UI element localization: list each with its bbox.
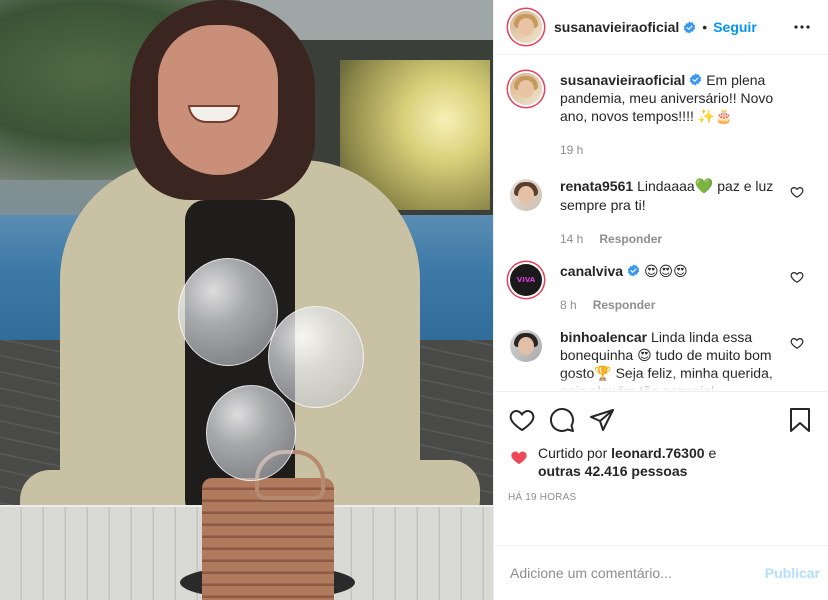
commenter-avatar[interactable]: VIVA — [510, 264, 542, 296]
avatar-face — [518, 337, 534, 355]
photo-balloon — [178, 258, 278, 366]
green-heart-emoji-icon: 💚 — [694, 178, 714, 195]
comment-body: canalviva 😍😍😍 8 h Responder — [560, 262, 812, 314]
verified-badge-icon — [690, 73, 702, 86]
post-side-panel: susanavieiraoficial • Seguir susanavieir… — [493, 0, 828, 600]
photo-balloon — [206, 385, 296, 481]
verified-badge-icon — [684, 20, 696, 34]
comments-list[interactable]: susanavieiraoficial Em plena pandemia, m… — [494, 55, 828, 391]
comment-username[interactable]: canalviva — [560, 263, 623, 279]
caption: susanavieiraoficial Em plena pandemia, m… — [510, 71, 812, 159]
comment-time[interactable]: 8 h — [560, 296, 577, 314]
commenter-avatar[interactable] — [510, 179, 542, 211]
comments-fade — [494, 375, 828, 391]
post-timestamp[interactable]: HÁ 19 HORAS — [508, 492, 814, 503]
share-paper-plane-icon[interactable] — [588, 406, 616, 434]
viva-logo-text: VIVA — [516, 276, 536, 284]
publish-button[interactable]: Publicar — [765, 565, 820, 581]
avatar-face — [518, 18, 534, 36]
commenter-avatar[interactable] — [510, 330, 542, 362]
comment-username[interactable]: binhoalencar — [560, 329, 647, 345]
comment-bubble-icon[interactable] — [548, 406, 576, 434]
author-avatar[interactable] — [510, 11, 542, 43]
reply-button[interactable]: Responder — [593, 296, 656, 314]
post-photo[interactable] — [0, 0, 493, 600]
liked-by: Curtido por leonard.76300 e outras 42.41… — [508, 444, 814, 480]
comment-like-heart-icon[interactable] — [790, 336, 804, 350]
liked-by-others[interactable]: outras 42.416 pessoas — [538, 463, 687, 479]
photo-balloon — [268, 306, 364, 408]
comment-input[interactable] — [510, 565, 765, 581]
separator-dot: • — [702, 19, 708, 35]
comment-like-heart-icon[interactable] — [790, 270, 804, 284]
comment-text: Lindaaaa — [637, 178, 695, 194]
comment-username[interactable]: renata9561 — [560, 178, 633, 194]
liked-by-text: Curtido por leonard.76300 e outras 42.41… — [538, 444, 716, 480]
liked-by-heart-icon — [508, 446, 530, 468]
action-icons-row — [508, 400, 814, 440]
photo-face — [158, 25, 278, 175]
avatar-face — [518, 80, 534, 98]
liked-by-prefix: Curtido por — [538, 445, 608, 461]
like-heart-icon[interactable] — [508, 406, 536, 434]
caption-time[interactable]: 19 h — [560, 141, 583, 159]
reply-button[interactable]: Responder — [599, 230, 662, 248]
comment-item: renata9561 Lindaaaa💚 paz e luz sempre pr… — [510, 177, 812, 248]
caption-username[interactable]: susanavieiraoficial — [560, 72, 685, 88]
caption-avatar[interactable] — [510, 73, 542, 105]
comment-time[interactable]: 14 h — [560, 230, 583, 248]
more-horizontal-icon[interactable] — [790, 15, 814, 39]
liked-by-conj: e — [708, 445, 717, 461]
post-actions: Curtido por leonard.76300 e outras 42.41… — [494, 391, 828, 545]
save-bookmark-icon[interactable] — [786, 406, 814, 434]
comment-like-heart-icon[interactable] — [790, 185, 804, 199]
avatar-face — [518, 186, 534, 204]
liked-by-user[interactable]: leonard.76300 — [611, 445, 704, 461]
post-dialog: susanavieiraoficial • Seguir susanavieir… — [0, 0, 828, 600]
author-username[interactable]: susanavieiraoficial — [554, 19, 679, 35]
follow-button[interactable]: Seguir — [713, 19, 757, 35]
verified-badge-icon — [627, 264, 640, 277]
post-header: susanavieiraoficial • Seguir — [494, 0, 828, 55]
caption-meta: 19 h — [560, 141, 788, 159]
add-comment-bar: Publicar — [494, 545, 828, 600]
comment-text: 😍😍😍 — [643, 263, 688, 279]
comment-meta: 14 h Responder — [560, 230, 788, 248]
caption-body: susanavieiraoficial Em plena pandemia, m… — [560, 71, 812, 159]
comment-item: VIVA canalviva 😍😍😍 8 h Responder — [510, 262, 812, 314]
comment-meta: 8 h Responder — [560, 296, 788, 314]
comment-body: renata9561 Lindaaaa💚 paz e luz sempre pr… — [560, 177, 812, 248]
